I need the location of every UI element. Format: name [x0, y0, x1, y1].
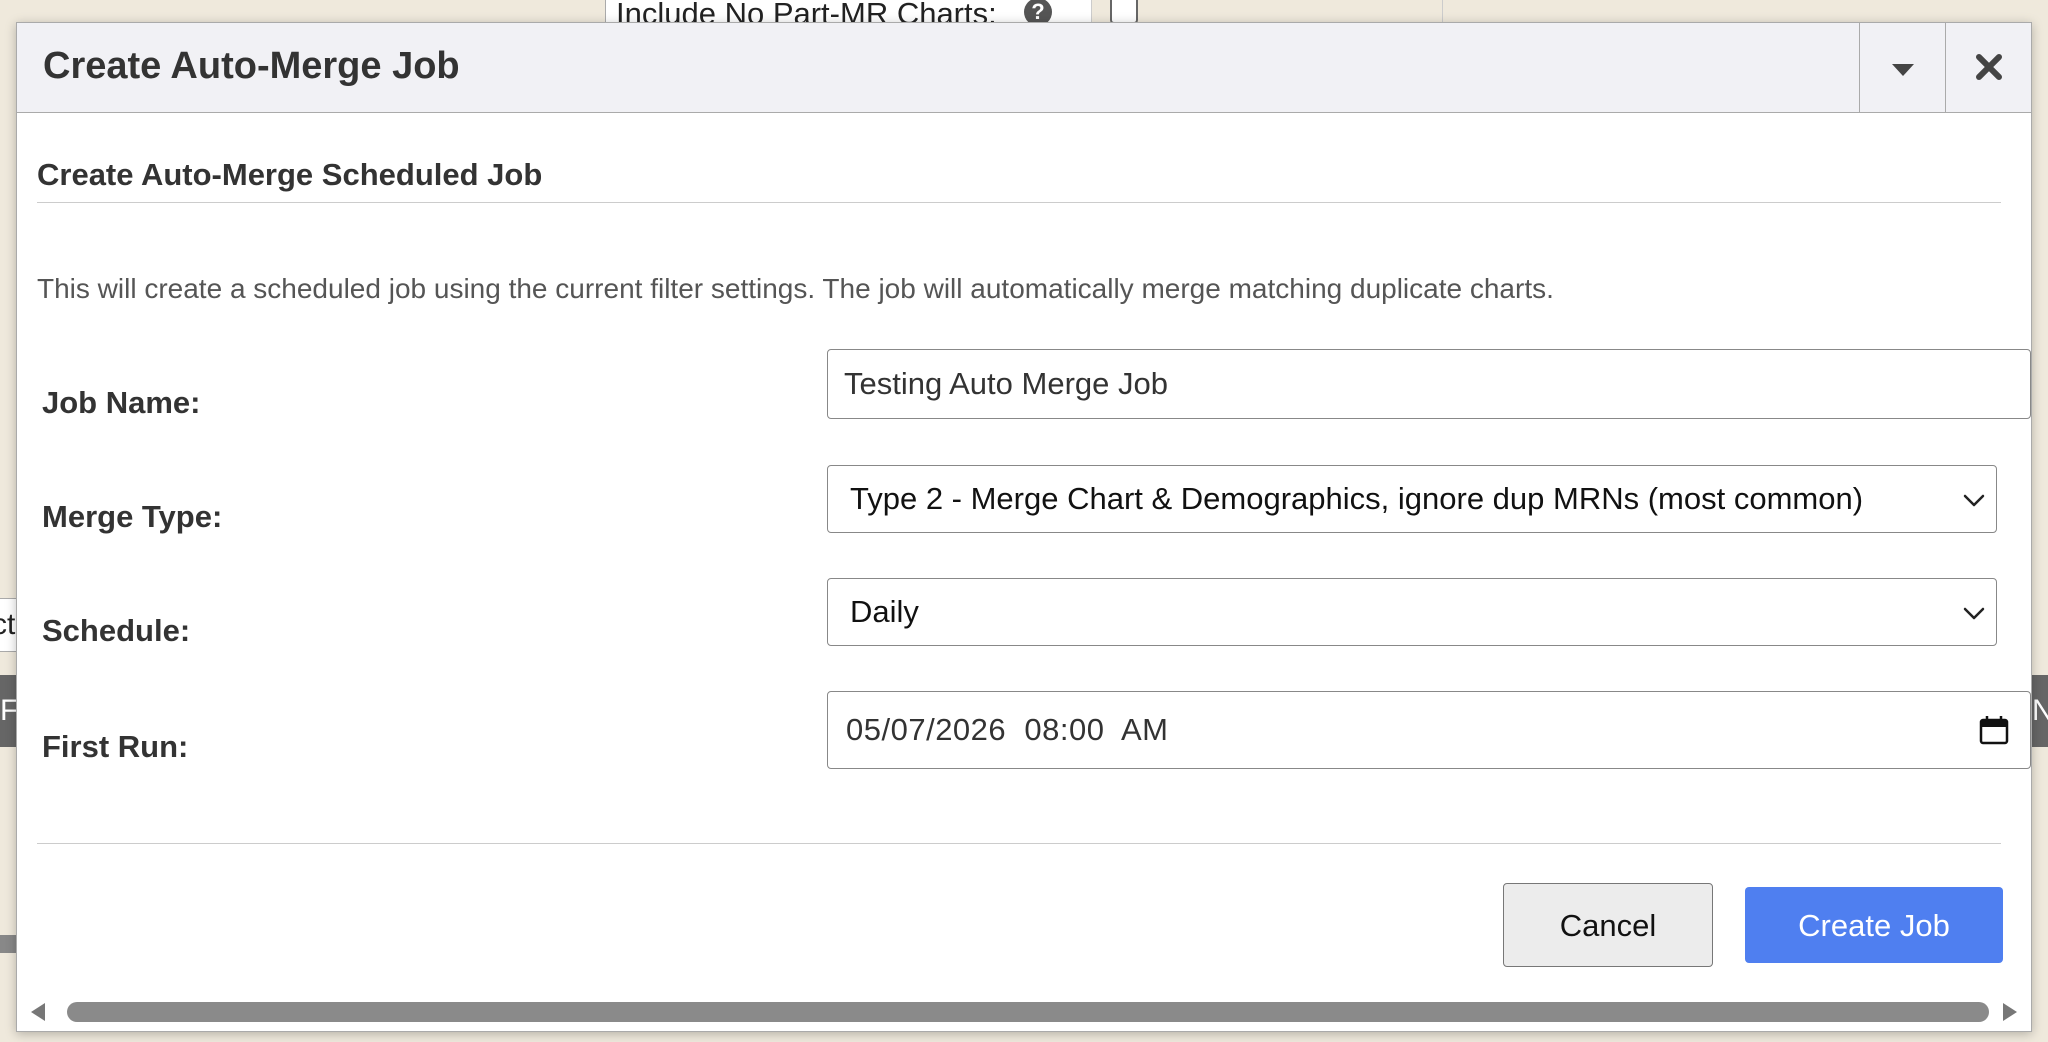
schedule-selected-value: Daily [850, 594, 919, 629]
background-filter-bar: Include No Part-MR Charts: ? [605, 0, 1138, 31]
chevron-down-icon [1963, 494, 1985, 507]
background-fragment-bottom [0, 935, 16, 953]
chevron-down-icon [1963, 607, 1985, 620]
horizontal-scrollbar[interactable] [23, 997, 2025, 1027]
scroll-left-icon[interactable] [23, 997, 53, 1027]
create-job-button[interactable]: Create Job [1745, 887, 2003, 963]
create-auto-merge-dialog: Create Auto-Merge Job Create Auto-Merge … [16, 22, 2032, 1032]
section-title: Create Auto-Merge Scheduled Job [37, 157, 543, 192]
background-header-fragment-right: N [2032, 675, 2048, 747]
background-divider [1442, 0, 1443, 24]
footer-divider [37, 843, 2001, 844]
caret-down-icon [1892, 64, 1914, 76]
cancel-button[interactable]: Cancel [1503, 883, 1713, 967]
merge-type-select[interactable]: Type 2 - Merge Chart & Demographics, ign… [827, 465, 1997, 533]
merge-type-label: Merge Type: [42, 499, 223, 534]
scroll-right-icon[interactable] [1995, 997, 2025, 1027]
first-run-datetime-input[interactable]: 05/07/2026 08:00 AM [827, 691, 2031, 769]
calendar-icon[interactable] [1978, 714, 2010, 746]
schedule-select[interactable]: Daily [827, 578, 1997, 646]
background-fragment: ct [0, 598, 16, 652]
dialog-title: Create Auto-Merge Job [43, 45, 460, 87]
section-divider [37, 202, 2001, 203]
job-name-input[interactable]: Testing Auto Merge Job [827, 349, 2031, 419]
dialog-description: This will create a scheduled job using t… [37, 273, 1554, 304]
scrollbar-thumb[interactable] [67, 1002, 1989, 1022]
merge-type-selected-value: Type 2 - Merge Chart & Demographics, ign… [850, 481, 1864, 516]
first-run-label: First Run: [42, 729, 189, 764]
close-icon [1976, 54, 2002, 80]
background-header-fragment: F [0, 675, 16, 747]
collapse-button[interactable] [1859, 23, 1945, 112]
dialog-titlebar[interactable]: Create Auto-Merge Job [17, 23, 2031, 113]
job-name-label: Job Name: [42, 385, 201, 420]
close-button[interactable] [1945, 23, 2031, 112]
include-no-part-mr-checkbox[interactable] [1110, 0, 1138, 24]
first-run-value: 05/07/2026 08:00 AM [846, 712, 1169, 747]
schedule-label: Schedule: [42, 613, 191, 648]
